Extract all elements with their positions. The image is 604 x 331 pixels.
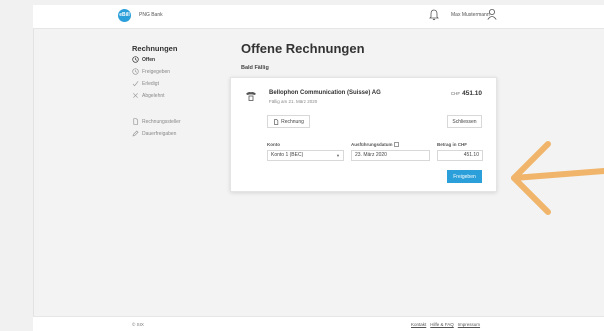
date-label: Ausführungsdatum <box>351 142 393 147</box>
phone-icon <box>246 92 256 101</box>
invoice-button[interactable]: Rechnung <box>267 115 310 128</box>
check-icon <box>132 81 139 87</box>
footer: © SIX Kontakt Hilfe & FAQ Impressum <box>33 316 604 331</box>
close-button[interactable]: Schliessen <box>447 115 482 128</box>
amount-input[interactable]: 451.10 <box>437 150 483 161</box>
due-date: Fällig am 21. März 2020 <box>269 99 318 104</box>
bank-logo[interactable]: eBill <box>118 9 131 22</box>
bell-icon[interactable] <box>429 9 439 21</box>
invoice-card: Bellophon Communication (Suisse) AG Fäll… <box>230 77 497 192</box>
sidebar-item-label: Dauerfreigaben <box>142 130 177 137</box>
top-header: eBill PNG Bank Max Mustermann <box>33 5 604 29</box>
page-title: Offene Rechnungen <box>241 41 365 56</box>
sidebar-item-offen[interactable]: Offen <box>132 56 155 63</box>
user-name[interactable]: Max Mustermann <box>451 12 490 18</box>
konto-value: Konto 1 (BEC) <box>271 152 304 158</box>
date-input[interactable]: 23. März 2020 <box>351 150 430 161</box>
copyright: © SIX <box>132 322 144 327</box>
document-icon <box>133 118 139 125</box>
konto-label: Konto <box>267 142 280 147</box>
footer-link-impressum[interactable]: Impressum <box>458 322 480 327</box>
amount-value: 451.10 <box>462 90 482 97</box>
sidebar-item-dauerfreigaben[interactable]: Dauerfreigaben <box>132 130 176 137</box>
konto-select[interactable]: Konto 1 (BEC) ▼ <box>267 150 344 161</box>
chevron-down-icon: ▼ <box>336 153 340 158</box>
bank-name: PNG Bank <box>139 12 163 18</box>
sidebar-item-label: Rechnungssteller <box>142 118 181 125</box>
sidebar-item-label: Freigegeben <box>142 68 171 75</box>
calendar-info-icon[interactable] <box>393 142 399 148</box>
date-label-wrap: Ausführungsdatum <box>351 142 399 148</box>
user-icon[interactable] <box>487 8 497 20</box>
sidebar-item-freigegeben[interactable]: Freigegeben <box>132 68 170 75</box>
amount-label: Betrag in CHF <box>437 142 468 147</box>
sidebar-item-abgelehnt[interactable]: Abgelehnt <box>132 92 165 99</box>
clock-icon <box>132 56 139 63</box>
clock-check-icon <box>132 68 139 75</box>
document-icon <box>274 118 279 125</box>
invoice-amount: CHF 451.10 <box>451 90 482 97</box>
x-icon <box>133 93 138 98</box>
footer-links: Kontakt Hilfe & FAQ Impressum <box>411 322 480 327</box>
sidebar-item-label: Erledigt <box>142 80 159 87</box>
footer-link-hilfe[interactable]: Hilfe & FAQ <box>430 322 454 327</box>
pencil-icon <box>132 130 139 137</box>
footer-link-kontakt[interactable]: Kontakt <box>411 322 426 327</box>
vendor-name: Bellophon Communication (Suisse) AG <box>269 90 381 96</box>
sidebar-item-erledigt[interactable]: Erledigt <box>132 80 159 87</box>
invoice-button-label: Rechnung <box>281 118 304 125</box>
arrow-annotation-icon <box>511 141 604 215</box>
sidebar-title: Rechnungen <box>132 44 178 53</box>
section-label: Bald Fällig <box>241 65 269 71</box>
sidebar-item-label: Offen <box>142 56 156 63</box>
sidebar-item-label: Abgelehnt <box>142 92 165 99</box>
currency-label: CHF <box>450 91 461 96</box>
sidebar-item-rechnungssteller[interactable]: Rechnungssteller <box>132 118 181 125</box>
release-button[interactable]: Freigeben <box>447 170 482 183</box>
